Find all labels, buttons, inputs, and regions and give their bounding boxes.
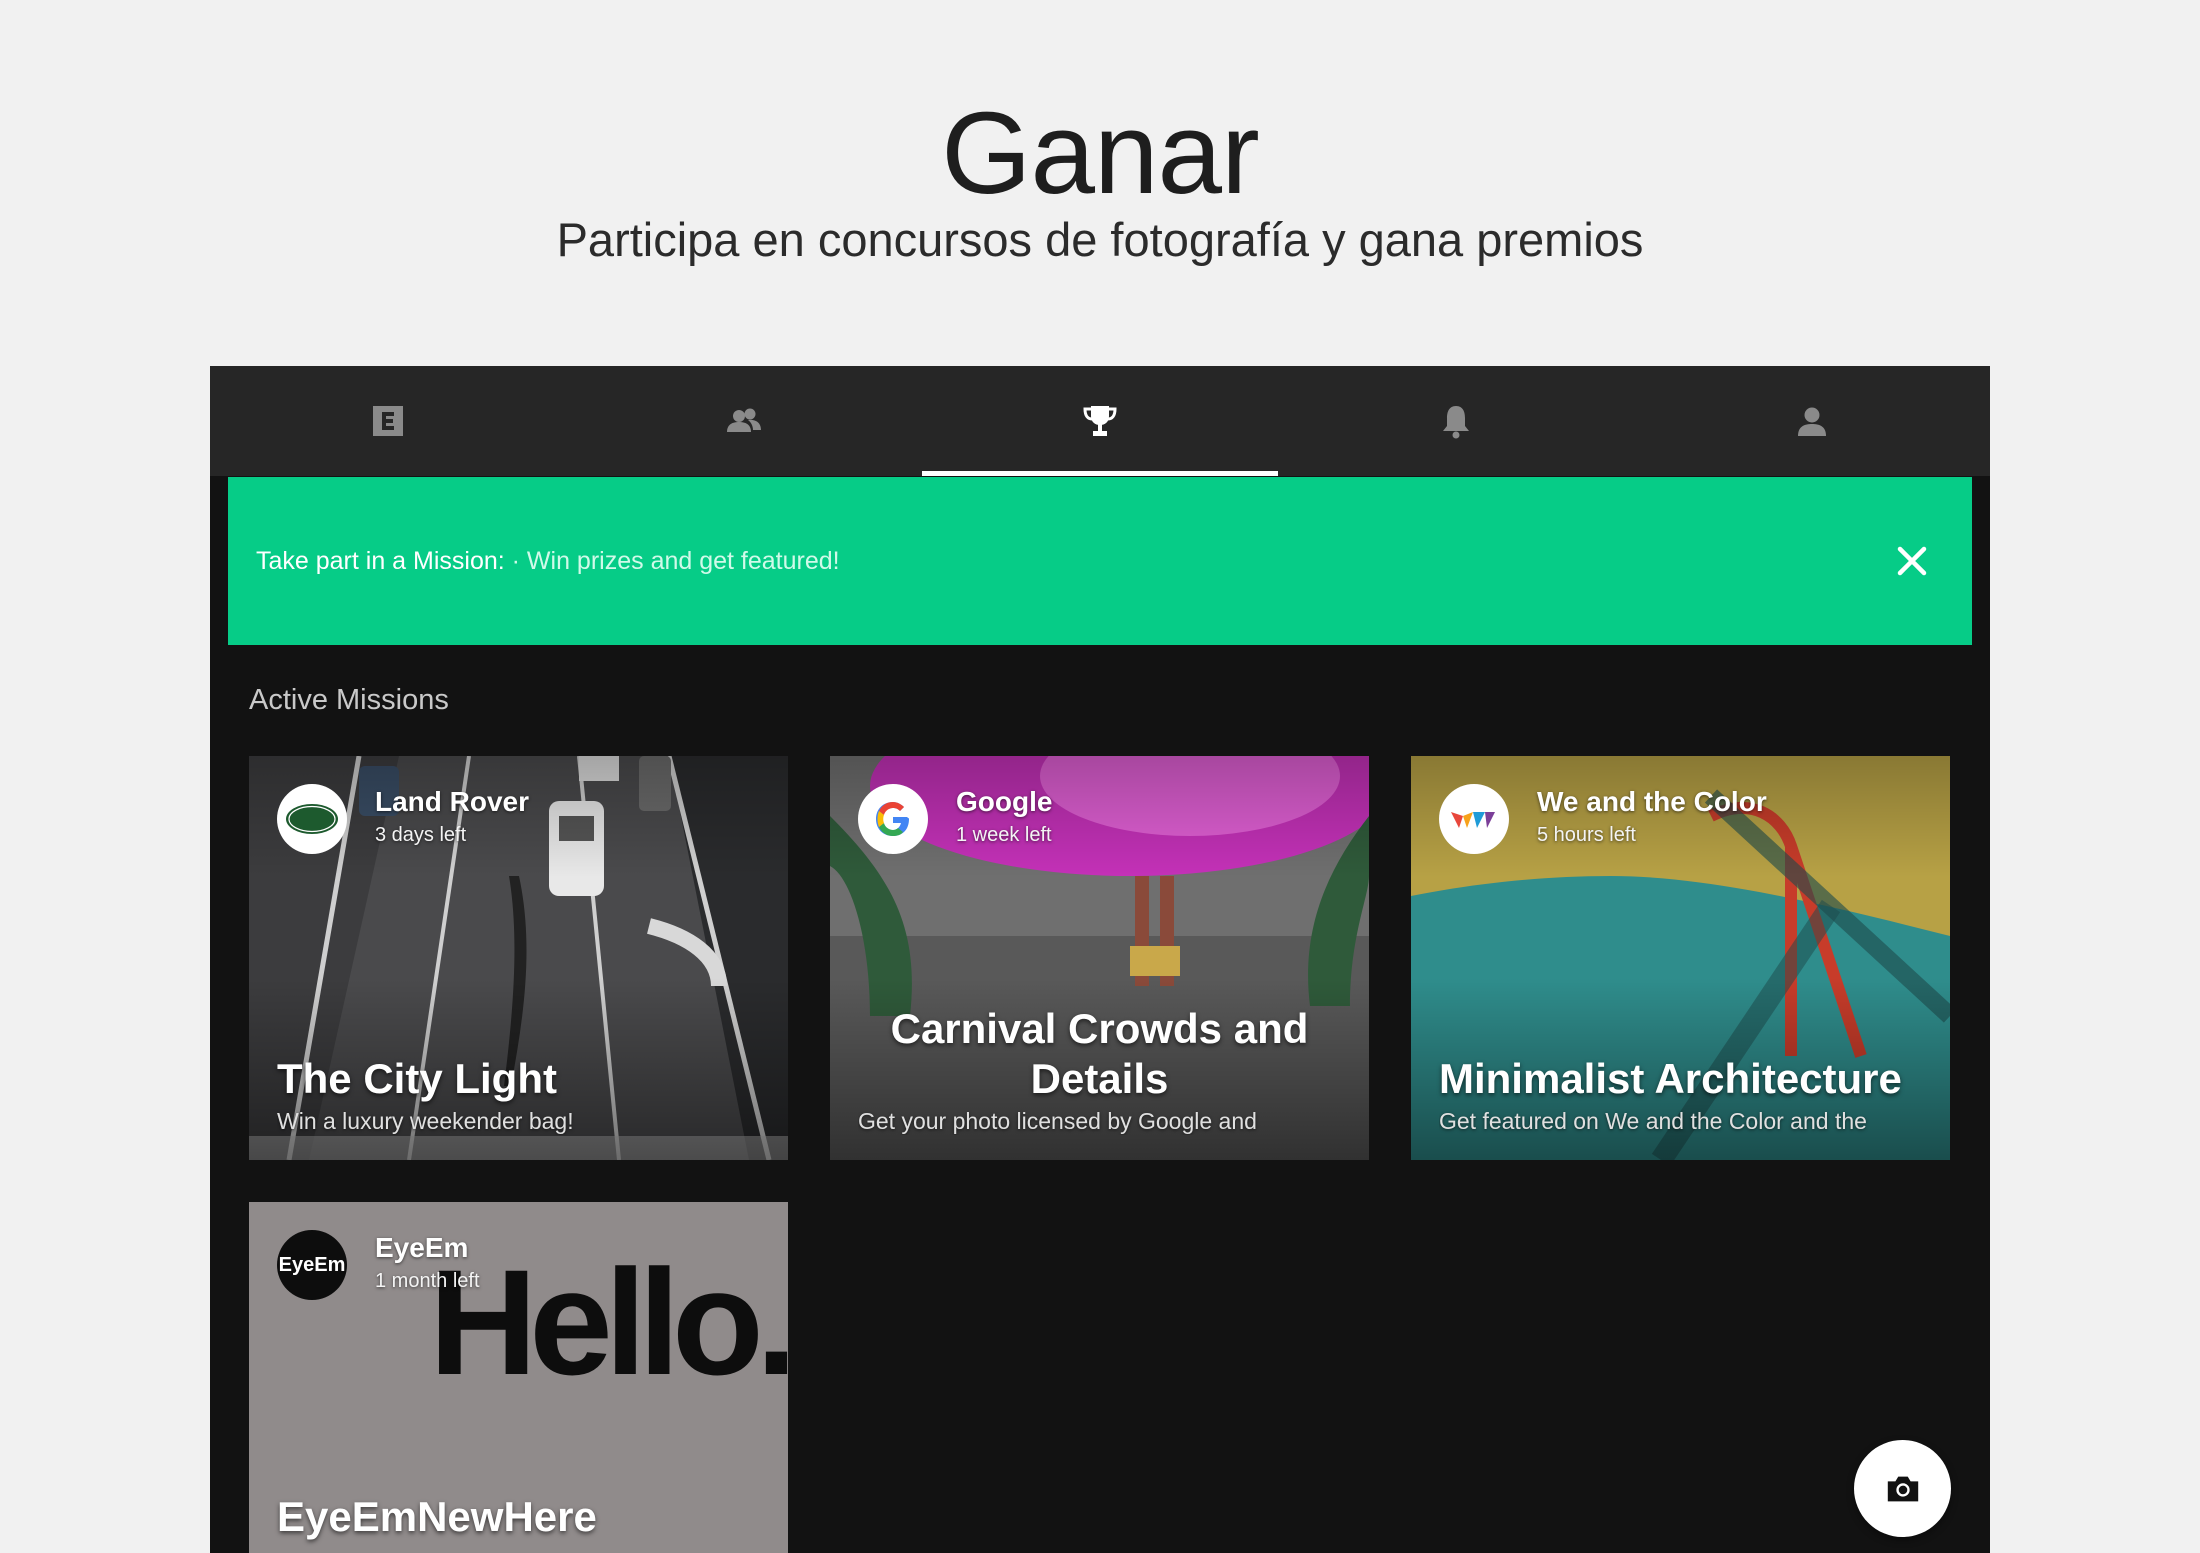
google-logo-icon (876, 802, 909, 836)
tab-people[interactable] (566, 366, 922, 476)
mission-card-land-rover[interactable]: Land Rover 3 days left The City Light Wi… (249, 756, 788, 1160)
mission-brand: EyeEm (375, 1232, 469, 1263)
tab-eyeem-feed[interactable] (210, 366, 566, 476)
mission-time-left: 5 hours left (1537, 824, 1636, 846)
page-title: Ganar (941, 88, 1259, 218)
mission-time-left: 3 days left (375, 824, 467, 846)
tab-bar (210, 366, 1990, 476)
camera-button[interactable] (1854, 1440, 1951, 1537)
tab-missions[interactable] (922, 366, 1278, 476)
mission-card-eyeem[interactable]: Hello. EyeEm EyeEm 1 month left EyeEmNew… (249, 1202, 788, 1553)
land-rover-logo-icon (286, 804, 338, 834)
page-subtitle: Participa en concursos de fotografía y g… (556, 213, 1644, 266)
google-logo (858, 784, 928, 854)
mission-title: The City Light (277, 1055, 557, 1102)
banner-label: Take part in a Mission: (256, 547, 505, 575)
mission-title: EyeEmNewHere (277, 1493, 597, 1540)
mission-description: Win a luxury weekender bag! (277, 1108, 574, 1134)
mission-card-we-and-the-color[interactable]: We and the Color 5 hours left Minimalist… (1411, 756, 1950, 1160)
mission-time-left: 1 month left (375, 1270, 480, 1292)
camera-icon (1887, 1476, 1918, 1501)
mission-brand: We and the Color (1537, 786, 1767, 817)
land-rover-logo (277, 784, 347, 854)
mission-image-text: Hello. (429, 1238, 788, 1406)
person-icon (1798, 407, 1826, 436)
bell-icon (1443, 406, 1469, 439)
mission-description: Get your photo licensed by Google and (858, 1108, 1257, 1134)
mission-title: Carnival Crowds and Details (890, 1005, 1309, 1102)
app-screen: Take part in a Mission: · Win prizes and… (210, 366, 1990, 1553)
mission-banner[interactable]: Take part in a Mission: · Win prizes and… (228, 477, 1972, 645)
mission-description: Get featured on We and the Color and the (1439, 1108, 1867, 1134)
we-and-the-color-logo (1439, 784, 1509, 854)
tab-notifications[interactable] (1278, 366, 1634, 476)
banner-text: Take part in a Mission: · Win prizes and… (256, 477, 840, 645)
eyeem-logo: EyeEm (277, 1230, 347, 1300)
mission-card-google[interactable]: Google 1 week left Carnival Crowds and D… (830, 756, 1369, 1160)
mission-time-left: 1 week left (956, 824, 1052, 846)
people-icon (727, 408, 761, 432)
we-and-the-color-logo-icon (1451, 812, 1495, 828)
mission-brand: Land Rover (375, 786, 530, 817)
trophy-icon (1083, 406, 1117, 436)
mission-title: Minimalist Architecture (1439, 1055, 1902, 1102)
mission-brand: Google (956, 786, 1053, 817)
tab-profile[interactable] (1634, 366, 1990, 476)
eyeem-logo-text: EyeEm (278, 1253, 346, 1276)
section-title: Active Missions (249, 684, 449, 716)
banner-subtext: · Win prizes and get featured! (504, 547, 840, 575)
eyeem-logo-icon (373, 406, 403, 436)
close-icon[interactable] (1892, 541, 1932, 581)
